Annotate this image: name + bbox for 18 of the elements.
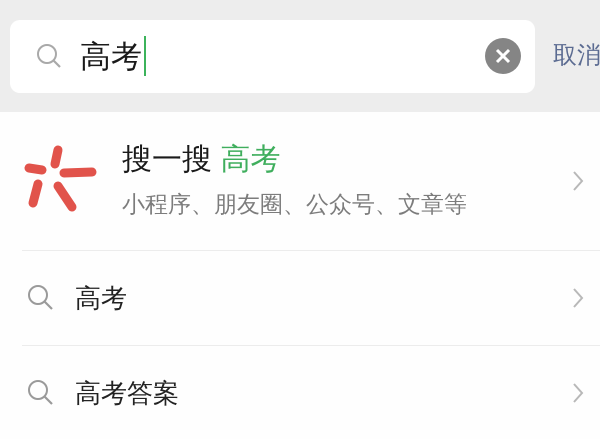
chevron-icon	[572, 382, 584, 404]
suggestion-text: 高考答案	[75, 376, 180, 410]
search-everywhere-title: 搜一搜	[122, 143, 212, 176]
search-icon	[27, 284, 55, 312]
search-query: 高考	[220, 143, 280, 176]
suggestion-item[interactable]: 高考答案	[22, 346, 600, 439]
chevron-icon	[572, 170, 584, 192]
search-icon	[27, 379, 55, 407]
search-everywhere-item[interactable]: 搜一搜 高考 小程序、朋友圈、公众号、文章等	[0, 112, 600, 250]
search-icon	[36, 43, 62, 69]
suggestion-item[interactable]: 高考	[22, 251, 600, 345]
chevron-icon	[572, 287, 584, 309]
clear-icon[interactable]	[485, 38, 521, 74]
suggestion-text: 高考	[75, 282, 128, 314]
search-scope-text: 小程序、朋友圈、公众号、文章等	[122, 190, 468, 218]
search-field[interactable]: 高考	[10, 20, 535, 92]
cancel-link[interactable]: 取消	[553, 38, 600, 74]
search-value: 高考	[80, 40, 142, 72]
